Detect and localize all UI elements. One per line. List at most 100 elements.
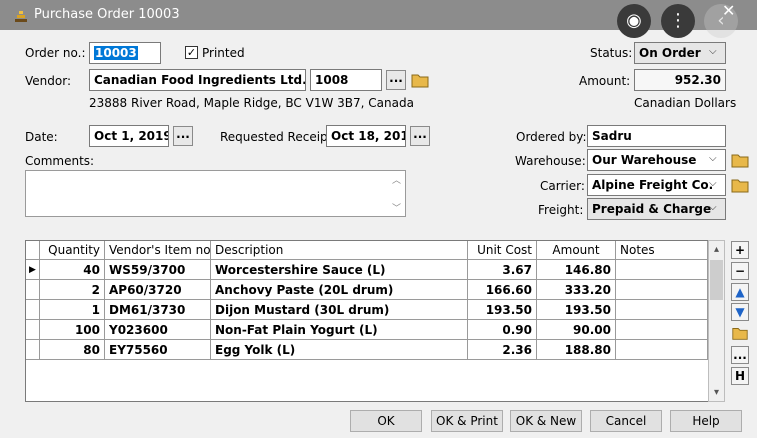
cell-description[interactable]: Non-Fat Plain Yogurt (L): [211, 320, 468, 340]
grid-scrollbar[interactable]: ▴ ▾: [708, 240, 725, 402]
comments-scrollbar[interactable]: ︿ ﹀: [389, 171, 405, 216]
history-button[interactable]: H: [731, 367, 749, 385]
cell-notes[interactable]: [616, 340, 708, 360]
ok-button[interactable]: OK: [350, 410, 422, 432]
requested-receipt-label: Requested Receipt:: [220, 130, 337, 144]
cell-quantity[interactable]: 100: [40, 320, 105, 340]
vendor-folder-icon[interactable]: [410, 70, 430, 90]
cell-unit-cost[interactable]: 0.90: [468, 320, 537, 340]
scroll-down-icon: ﹀: [392, 204, 402, 214]
cell-amount[interactable]: 188.80: [537, 340, 616, 360]
comments-label: Comments:: [25, 154, 95, 168]
order-no-input[interactable]: 10003: [89, 42, 161, 64]
date-picker-button[interactable]: ...: [173, 126, 193, 146]
chevron-down-icon: ⌵: [709, 178, 717, 189]
row-selector-current[interactable]: ▶: [26, 260, 40, 280]
cell-description[interactable]: Worcestershire Sauce (L): [211, 260, 468, 280]
row-selector[interactable]: [26, 340, 40, 360]
carrier-folder-icon[interactable]: [730, 175, 750, 195]
cell-item-no[interactable]: WS59/3700: [105, 260, 211, 280]
row-selector-header: [26, 241, 40, 260]
cell-description[interactable]: Anchovy Paste (20L drum): [211, 280, 468, 300]
move-up-icon[interactable]: ▲: [731, 283, 749, 301]
cell-amount[interactable]: 193.50: [537, 300, 616, 320]
vendor-lookup-button[interactable]: ...: [386, 70, 406, 90]
cell-notes[interactable]: [616, 320, 708, 340]
ordered-by-input[interactable]: Sadru: [587, 125, 726, 147]
cell-item-no[interactable]: DM61/3730: [105, 300, 211, 320]
add-row-button[interactable]: +: [731, 241, 749, 259]
row-selector[interactable]: [26, 280, 40, 300]
cell-amount[interactable]: 90.00: [537, 320, 616, 340]
cell-notes[interactable]: [616, 260, 708, 280]
scroll-up-icon[interactable]: ▴: [709, 242, 724, 258]
comments-textarea[interactable]: ︿ ﹀: [25, 170, 406, 217]
app-icon: [15, 11, 27, 22]
column-header-item-no[interactable]: Vendor's Item no.: [105, 241, 214, 260]
freight-select[interactable]: Prepaid & Charge ⌵: [587, 198, 726, 220]
cell-item-no[interactable]: Y023600: [105, 320, 211, 340]
ok-new-button[interactable]: OK & New: [510, 410, 582, 432]
currency-label: Canadian Dollars: [634, 96, 737, 110]
cell-description[interactable]: Dijon Mustard (30L drum): [211, 300, 468, 320]
receipt-date-picker-button[interactable]: ...: [410, 126, 430, 146]
column-header-unit-cost[interactable]: Unit Cost: [468, 241, 537, 260]
order-no-label: Order no.:: [25, 46, 86, 60]
row-selector[interactable]: [26, 300, 40, 320]
row-selector[interactable]: [26, 320, 40, 340]
warehouse-select[interactable]: Our Warehouse ⌵: [587, 149, 726, 171]
ordered-by-label: Ordered by:: [516, 130, 587, 144]
requested-receipt-input[interactable]: Oct 18, 2019: [326, 125, 406, 147]
ok-print-button[interactable]: OK & Print: [431, 410, 503, 432]
move-down-icon[interactable]: ▼: [731, 303, 749, 321]
cell-amount[interactable]: 333.20: [537, 280, 616, 300]
column-header-amount[interactable]: Amount: [537, 241, 616, 260]
cell-item-no[interactable]: EY75560: [105, 340, 211, 360]
scroll-up-icon: ︿: [392, 176, 402, 186]
title-bar: Purchase Order 10003 ◉ ⋮ ‹ ✕: [0, 0, 757, 38]
carrier-label: Carrier:: [540, 179, 585, 193]
cell-description[interactable]: Egg Yolk (L): [211, 340, 468, 360]
status-select[interactable]: On Order ⌵: [634, 42, 726, 64]
cell-amount[interactable]: 146.80: [537, 260, 616, 280]
chevron-down-icon: ⌵: [709, 202, 717, 213]
scroll-down-icon[interactable]: ▾: [709, 385, 724, 401]
cell-item-no[interactable]: AP60/3720: [105, 280, 211, 300]
date-label: Date:: [25, 130, 58, 144]
column-header-notes[interactable]: Notes: [616, 241, 708, 260]
cell-unit-cost[interactable]: 166.60: [468, 280, 537, 300]
status-label: Status:: [590, 46, 633, 60]
cell-notes[interactable]: [616, 300, 708, 320]
vendor-label: Vendor:: [25, 74, 71, 88]
cell-quantity[interactable]: 80: [40, 340, 105, 360]
printed-label: Printed: [202, 46, 245, 60]
vendor-name-input[interactable]: Canadian Food Ingredients Ltd.: [89, 69, 306, 91]
column-header-quantity[interactable]: Quantity: [40, 241, 105, 260]
cell-quantity[interactable]: 1: [40, 300, 105, 320]
window-title: Purchase Order 10003: [34, 7, 180, 22]
printed-checkbox[interactable]: ✓: [185, 46, 198, 59]
amount-label: Amount:: [579, 74, 631, 88]
more-icon[interactable]: ⋮: [661, 4, 695, 38]
line-items-grid: Quantity Vendor's Item no. Description U…: [25, 240, 725, 402]
help-button[interactable]: Help: [670, 410, 742, 432]
lens-icon[interactable]: ◉: [617, 4, 651, 38]
cell-unit-cost[interactable]: 2.36: [468, 340, 537, 360]
folder-icon[interactable]: [731, 324, 749, 342]
vendor-code-input[interactable]: 1008: [310, 69, 382, 91]
row-lookup-button[interactable]: ...: [731, 346, 749, 364]
cell-quantity[interactable]: 40: [40, 260, 105, 280]
cell-notes[interactable]: [616, 280, 708, 300]
amount-value: 952.30: [634, 69, 726, 91]
carrier-select[interactable]: Alpine Freight Co. ⌵: [587, 174, 726, 196]
column-header-description[interactable]: Description: [211, 241, 468, 260]
scrollbar-thumb[interactable]: [710, 260, 723, 300]
cell-unit-cost[interactable]: 3.67: [468, 260, 537, 280]
remove-row-button[interactable]: −: [731, 262, 749, 280]
cancel-button[interactable]: Cancel: [590, 410, 662, 432]
cell-unit-cost[interactable]: 193.50: [468, 300, 537, 320]
close-icon[interactable]: ✕: [722, 3, 738, 19]
date-input[interactable]: Oct 1, 2019: [89, 125, 169, 147]
cell-quantity[interactable]: 2: [40, 280, 105, 300]
warehouse-folder-icon[interactable]: [730, 150, 750, 170]
